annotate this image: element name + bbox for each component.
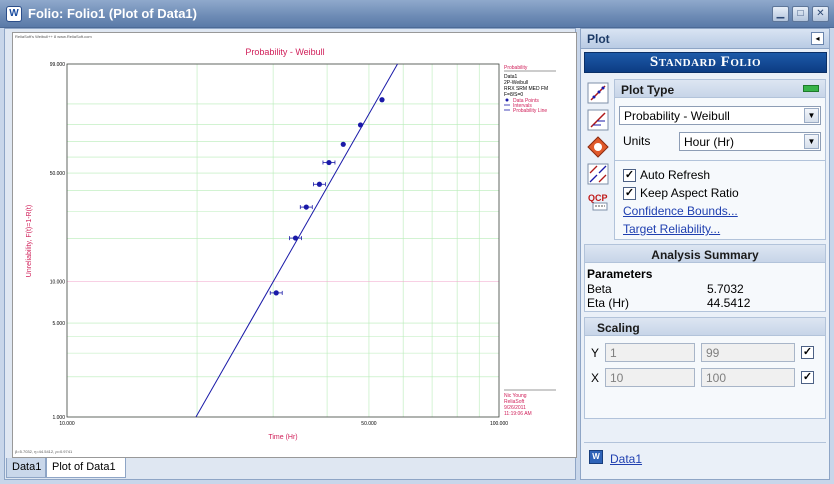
probability-line [195, 63, 398, 418]
panel-title: Plot [587, 32, 610, 46]
scaling-header: Scaling [585, 318, 825, 336]
document-tabs: Data1 Plot of Data1 [4, 458, 576, 480]
param-value: 5.7032 [707, 282, 744, 296]
target-reliability-link[interactable]: Target Reliability... [623, 222, 720, 236]
units-label: Units [623, 134, 651, 148]
y-max-field[interactable]: 99 [701, 343, 795, 362]
y-axis-label: Unreliability, F(t)=1-R(t) [26, 205, 33, 277]
plot-setup-icon[interactable] [587, 163, 609, 185]
status-indicator-icon [803, 85, 819, 92]
x-axis-label: Time (Hr) [268, 434, 297, 441]
window-title: Folio: Folio1 (Plot of Data1) [28, 6, 197, 21]
y-tick-label: 99.000 [50, 62, 66, 68]
param-row-beta: Beta 5.7032 [585, 282, 825, 296]
plot-grid [66, 63, 500, 418]
analysis-summary-group: Analysis Summary Parameters Beta 5.7032 … [584, 244, 826, 312]
scaling-title: Scaling [597, 321, 640, 335]
legend-heading: Probability [504, 65, 528, 71]
plot-footer-small: β=5.7032, η=44.5412, ρ=0.9741 [15, 449, 73, 454]
x-scale-label: X [591, 371, 600, 385]
y-tick-label: 5.000 [52, 321, 65, 327]
weibull-plot[interactable]: ReliaSoft's Weibull++ 8 www.ReliaSoft.co… [13, 33, 576, 457]
data-point [273, 290, 279, 296]
plot-options-group: ✓ Auto Refresh ✓ Keep Aspect Ratio Confi… [614, 160, 826, 240]
qcp-icon[interactable]: QCP [587, 190, 609, 212]
plot-type-selected: Probability - Weibull [624, 109, 730, 123]
chevron-down-icon: ▼ [804, 108, 819, 123]
data-point [326, 159, 332, 166]
plot-title: Probability - Weibull [245, 47, 324, 57]
data-point [357, 122, 364, 128]
plot-options-icon[interactable] [587, 109, 609, 131]
document-area: ReliaSoft's Weibull++ 8 www.ReliaSoft.co… [4, 28, 577, 480]
x-tick-labels: 10.000 50.000 100.000 [59, 421, 508, 427]
keep-aspect-checkbox[interactable]: ✓ [623, 187, 636, 200]
plot-info: Nic Young ReliaSoft 9/26/2011 11:19:06 A… [504, 389, 556, 417]
data-point [340, 141, 346, 147]
x-tick-label: 100.000 [490, 421, 508, 427]
data-point [303, 204, 309, 210]
auto-refresh-label: Auto Refresh [640, 168, 711, 182]
analysis-summary-title: Analysis Summary [651, 248, 759, 262]
panel-header: Plot ◂ [581, 29, 829, 49]
divider [584, 442, 826, 443]
x-tick-label: 50.000 [361, 421, 377, 427]
plot-border [66, 63, 500, 418]
param-row-eta: Eta (Hr) 44.5412 [585, 296, 825, 310]
plot-legend: Probability Data1 2P-Weibull RRX SRM MED… [504, 65, 556, 114]
minimize-button[interactable]: ▁ [772, 6, 789, 22]
x-max-field[interactable]: 100 [701, 368, 795, 387]
y-auto-checkbox[interactable]: ✓ [801, 346, 814, 359]
plot-type-header: Plot Type [615, 80, 825, 98]
x-min-field[interactable]: 10 [605, 368, 695, 387]
x-auto-checkbox[interactable]: ✓ [801, 371, 814, 384]
plot-side-panel: Plot ◂ Standard Folio QCP Plot Type Prob… [580, 28, 830, 480]
tab-data1[interactable]: Data1 [6, 458, 46, 478]
confidence-bounds-link[interactable]: Confidence Bounds... [623, 204, 738, 218]
plot-type-title: Plot Type [621, 83, 675, 97]
param-name: Eta (Hr) [587, 296, 629, 310]
data1-link[interactable]: Data1 [610, 452, 642, 466]
maximize-button[interactable]: □ [792, 6, 809, 22]
keep-aspect-label: Keep Aspect Ratio [640, 186, 739, 200]
data-point [316, 181, 323, 187]
data-points [269, 97, 385, 296]
standard-folio-banner: Standard Folio [584, 52, 827, 73]
param-name: Beta [587, 282, 612, 296]
redraw-icon[interactable] [587, 136, 609, 158]
legend-item: Probability Line [513, 108, 547, 114]
data-point [379, 97, 385, 103]
x-tick-label: 10.000 [59, 421, 75, 427]
legend-data-point-marker [505, 98, 509, 102]
chevron-down-icon: ▼ [804, 134, 819, 149]
data-point [292, 235, 299, 241]
y-tick-label: 50.000 [50, 171, 66, 177]
plot-header-small: ReliaSoft's Weibull++ 8 www.ReliaSoft.co… [15, 34, 92, 39]
probability-plot-icon[interactable] [587, 82, 609, 104]
y-min-field[interactable]: 1 [605, 343, 695, 362]
app-icon: W [6, 6, 22, 22]
analysis-summary-header: Analysis Summary [585, 245, 825, 263]
scaling-group: Scaling Y 1 99 ✓ X 10 100 ✓ [584, 317, 826, 419]
y-scale-label: Y [591, 346, 600, 360]
plot-type-select[interactable]: Probability - Weibull ▼ [619, 106, 821, 125]
y-tick-label: 10.000 [50, 280, 66, 286]
param-value: 44.5412 [707, 296, 751, 310]
title-bar: W Folio: Folio1 (Plot of Data1) ▁ □ ✕ [0, 0, 834, 28]
info-line: 11:19:06 AM [504, 411, 532, 417]
units-select[interactable]: Hour (Hr) ▼ [679, 132, 821, 151]
parameters-heading: Parameters [587, 267, 653, 281]
data-sheet-icon: W [589, 450, 603, 464]
close-button[interactable]: ✕ [812, 6, 829, 22]
qcp-icon-label: QCP [588, 193, 608, 203]
y-tick-labels: 99.000 50.000 10.000 5.000 1.000 [50, 62, 66, 421]
tab-plot-of-data1[interactable]: Plot of Data1 [46, 458, 126, 478]
plot-frame: ReliaSoft's Weibull++ 8 www.ReliaSoft.co… [12, 32, 577, 458]
units-selected: Hour (Hr) [684, 135, 734, 149]
auto-refresh-checkbox[interactable]: ✓ [623, 169, 636, 182]
collapse-panel-button[interactable]: ◂ [811, 32, 824, 45]
